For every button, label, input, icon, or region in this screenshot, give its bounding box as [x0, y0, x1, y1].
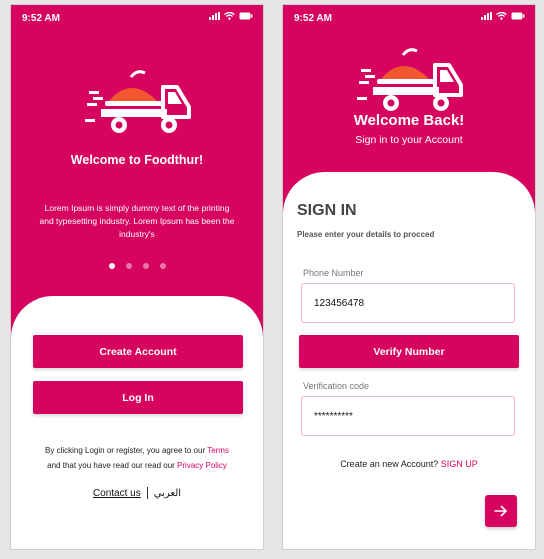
- signal-icon: [481, 12, 492, 20]
- status-time: 9:52 AM: [22, 13, 60, 24]
- terms-text: By clicking Login or register, you agree…: [29, 443, 245, 473]
- onboarding-screen: 9:52 AM Welcome to Foodthur! Lorem Ipsum…: [10, 4, 264, 550]
- code-label: Verification code: [303, 381, 370, 391]
- contact-us-link[interactable]: Contact us: [93, 488, 141, 499]
- food-truck-logo-icon: [357, 48, 463, 111]
- wifi-icon: [496, 12, 507, 20]
- signin-instructions: Please enter your details to procced: [297, 230, 435, 239]
- welcome-back-title: Welcome Back!: [353, 112, 465, 129]
- language-toggle[interactable]: العربي: [154, 488, 181, 499]
- page-dot-3[interactable]: [142, 263, 149, 269]
- footer-links: Contact us العربي: [11, 487, 263, 499]
- page-dot-4[interactable]: [159, 263, 166, 269]
- food-truck-logo-icon: [85, 70, 191, 133]
- terms-link[interactable]: Terms: [207, 446, 229, 455]
- wifi-icon: [224, 12, 235, 20]
- signin-sheet: SIGN IN Please enter your details to pro…: [283, 172, 535, 549]
- intro-description: Lorem Ipsum is simply dummy text of the …: [39, 203, 235, 239]
- battery-icon: [239, 12, 253, 20]
- signin-heading: SIGN IN: [297, 202, 357, 219]
- create-account-button[interactable]: Create Account: [33, 335, 243, 368]
- status-icons: [209, 12, 253, 20]
- next-button[interactable]: [485, 495, 517, 527]
- login-button[interactable]: Log In: [33, 381, 243, 414]
- action-sheet: Create Account Log In By clicking Login …: [11, 296, 263, 549]
- status-icons: [481, 12, 525, 20]
- welcome-title: Welcome to Foodthur!: [70, 153, 204, 167]
- page-dot-1[interactable]: [108, 263, 115, 269]
- status-time: 9:52 AM: [294, 13, 332, 24]
- terms-prefix: By clicking Login or register, you agree…: [45, 446, 206, 455]
- status-bar: 9:52 AM: [283, 5, 535, 31]
- signal-icon: [209, 12, 220, 20]
- signup-link[interactable]: SIGN UP: [441, 459, 478, 469]
- phone-number-input[interactable]: 123456478: [301, 283, 515, 323]
- phone-label: Phone Number: [303, 268, 364, 278]
- create-prompt-text: Create an new Account?: [340, 459, 439, 469]
- verification-code-input[interactable]: **********: [301, 396, 515, 436]
- terms-middle: and that you have read our read our: [47, 461, 175, 470]
- status-bar: 9:52 AM: [11, 5, 263, 31]
- privacy-policy-link[interactable]: Privacy Policy: [177, 461, 227, 470]
- signin-screen: 9:52 AM Welcome Back! Sign in to your Ac…: [282, 4, 536, 550]
- page-indicator: [11, 263, 263, 269]
- verify-number-button[interactable]: Verify Number: [299, 335, 519, 368]
- page-dot-2[interactable]: [125, 263, 132, 269]
- arrow-right-icon: [494, 505, 507, 517]
- battery-icon: [511, 12, 525, 20]
- divider: [146, 487, 148, 499]
- welcome-back-subtitle: Sign in to your Account: [355, 134, 463, 146]
- create-account-prompt: Create an new Account? SIGN UP: [283, 459, 535, 469]
